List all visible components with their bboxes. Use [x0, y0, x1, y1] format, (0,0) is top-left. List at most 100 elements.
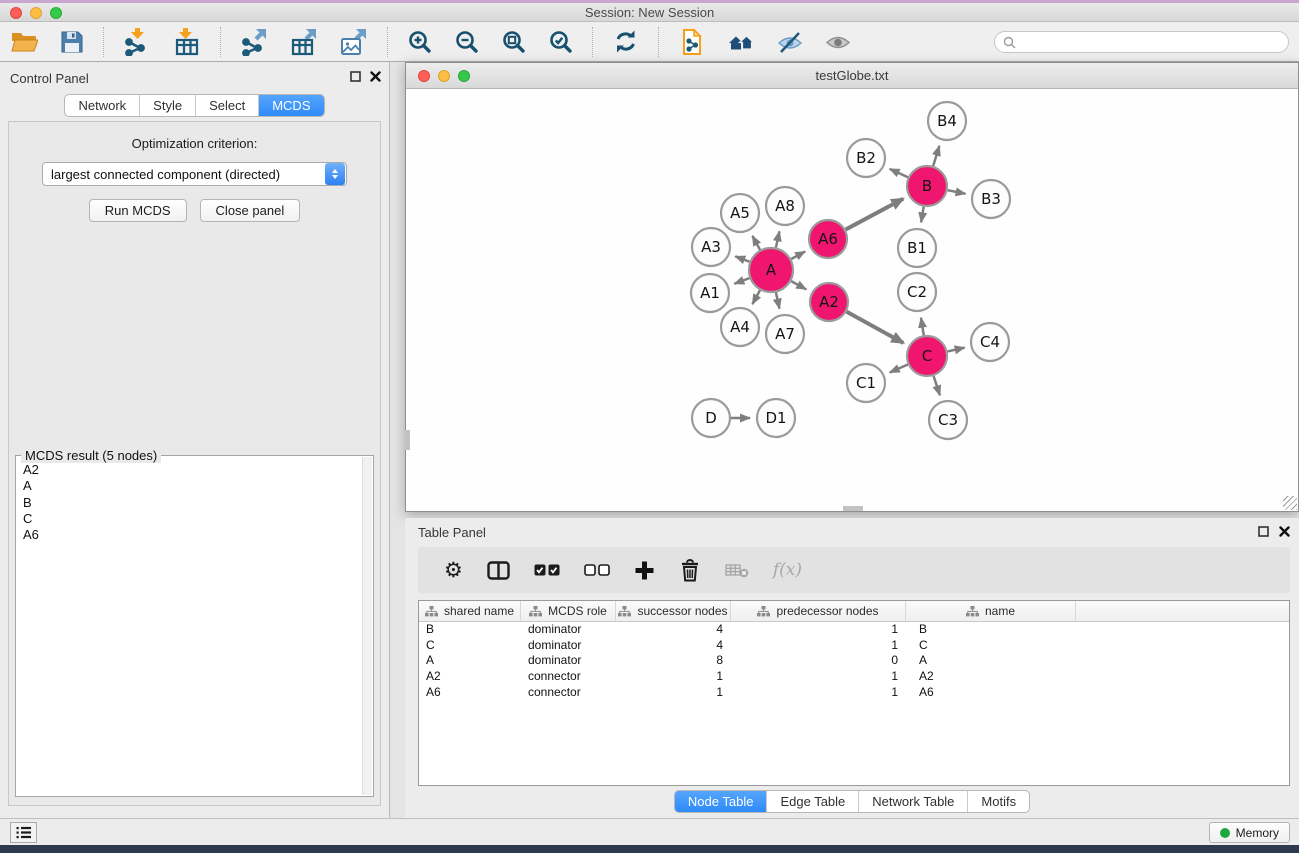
table-row-A[interactable]: Adominator80A: [419, 653, 1289, 669]
graph-edge-B-B1[interactable]: [921, 207, 924, 223]
column-header-shared-name[interactable]: shared name: [419, 601, 521, 621]
cell[interactable]: B: [419, 622, 521, 638]
graph-node-A[interactable]: A: [749, 248, 793, 292]
cell[interactable]: A2: [419, 669, 521, 685]
import-network-button[interactable]: [119, 26, 155, 58]
graph-edge-B-B2[interactable]: [890, 169, 908, 177]
zoom-out-button[interactable]: [450, 27, 483, 56]
tab-style[interactable]: Style: [139, 95, 195, 116]
cell[interactable]: dominator: [521, 622, 616, 638]
function-builder-button[interactable]: f(x): [761, 560, 814, 580]
column-header-name[interactable]: name: [906, 601, 1076, 621]
show-columns-button[interactable]: [475, 561, 522, 580]
close-table-panel-button[interactable]: [1279, 526, 1290, 537]
home-button[interactable]: [724, 28, 759, 56]
cell[interactable]: 0: [731, 653, 906, 669]
task-history-button[interactable]: [10, 822, 37, 843]
result-item[interactable]: A2: [23, 462, 361, 478]
open-file-button[interactable]: [7, 28, 42, 56]
result-item[interactable]: A6: [23, 527, 361, 543]
select-all-button[interactable]: [522, 564, 572, 576]
cell[interactable]: 4: [616, 622, 731, 638]
export-network-button[interactable]: [236, 26, 272, 58]
cell[interactable]: 4: [616, 638, 731, 654]
tab-select[interactable]: Select: [195, 95, 258, 116]
graph-edge-A-A7[interactable]: [776, 292, 780, 308]
result-item[interactable]: C: [23, 511, 361, 527]
export-image-button[interactable]: [336, 26, 372, 58]
canvas-vertical-scrollbar[interactable]: [405, 430, 410, 450]
close-panel-button[interactable]: [370, 71, 381, 82]
graph-node-A3[interactable]: A3: [692, 228, 730, 266]
save-session-button[interactable]: [56, 28, 88, 56]
cell[interactable]: A6: [906, 685, 1076, 701]
cell[interactable]: 1: [731, 622, 906, 638]
graph-node-C1[interactable]: C1: [847, 364, 885, 402]
cell[interactable]: 8: [616, 653, 731, 669]
network-canvas[interactable]: B4B2BB3A8A5A6B1A3AC2A1A2A4A7C4CC1DD1C3: [406, 89, 1298, 511]
float-panel-button[interactable]: [350, 71, 361, 82]
network-document-button[interactable]: [674, 26, 710, 58]
graph-edge-A-A2[interactable]: [791, 281, 806, 289]
cell[interactable]: C: [906, 638, 1076, 654]
cell[interactable]: dominator: [521, 653, 616, 669]
tab-network[interactable]: Network: [65, 95, 139, 116]
graph-node-B1[interactable]: B1: [898, 229, 936, 267]
zoom-selected-button[interactable]: [544, 27, 577, 56]
graph-edge-A-A4[interactable]: [752, 290, 760, 304]
graph-edge-C-C2[interactable]: [921, 318, 924, 336]
tab-network-table[interactable]: Network Table: [858, 791, 967, 812]
graph-node-A7[interactable]: A7: [766, 315, 804, 353]
cell[interactable]: A2: [906, 669, 1076, 685]
memory-button[interactable]: Memory: [1209, 822, 1290, 843]
graph-node-B[interactable]: B: [907, 166, 947, 206]
graph-node-C2[interactable]: C2: [898, 273, 936, 311]
graph-node-A4[interactable]: A4: [721, 308, 759, 346]
cell[interactable]: 1: [731, 638, 906, 654]
result-item[interactable]: B: [23, 495, 361, 511]
tab-mcds[interactable]: MCDS: [258, 95, 323, 116]
column-header-predecessor-nodes[interactable]: predecessor nodes: [731, 601, 906, 621]
cell[interactable]: dominator: [521, 638, 616, 654]
graph-edge-A6-B[interactable]: [846, 199, 904, 230]
search-input[interactable]: [1021, 33, 1288, 51]
zoom-in-button[interactable]: [403, 27, 436, 56]
graph-node-A8[interactable]: A8: [766, 187, 804, 225]
resize-grip[interactable]: [1283, 496, 1297, 510]
deselect-all-button[interactable]: [572, 564, 622, 576]
delete-column-button[interactable]: [667, 559, 713, 582]
cell[interactable]: 1: [731, 669, 906, 685]
export-table-button[interactable]: [286, 26, 322, 58]
graph-edge-C-C4[interactable]: [947, 348, 964, 352]
cell[interactable]: 1: [616, 685, 731, 701]
result-item[interactable]: A: [23, 478, 361, 494]
graph-node-C4[interactable]: C4: [971, 323, 1009, 361]
cell[interactable]: A: [906, 653, 1076, 669]
add-column-button[interactable]: [622, 560, 667, 581]
graph-node-A5[interactable]: A5: [721, 194, 759, 232]
graph-node-D1[interactable]: D1: [757, 399, 795, 437]
cell[interactable]: A: [419, 653, 521, 669]
graph-edge-A2-C[interactable]: [847, 312, 904, 343]
cell[interactable]: 1: [616, 669, 731, 685]
canvas-horizontal-scrollbar[interactable]: [843, 506, 863, 511]
graph-edge-A-A8[interactable]: [776, 231, 780, 247]
graph-edge-B-B3[interactable]: [948, 190, 966, 194]
column-header-mcds-role[interactable]: MCDS role: [521, 601, 616, 621]
show-eye-button[interactable]: [821, 27, 855, 57]
import-table-button[interactable]: [169, 26, 205, 58]
graph-node-D[interactable]: D: [692, 399, 730, 437]
graph-edge-C-C3[interactable]: [934, 376, 940, 395]
graph-edge-A-A3[interactable]: [735, 256, 749, 261]
graph-edge-B-B4[interactable]: [933, 146, 939, 166]
table-row-C[interactable]: Cdominator41C: [419, 638, 1289, 654]
cell[interactable]: B: [906, 622, 1076, 638]
graph-node-A1[interactable]: A1: [691, 274, 729, 312]
graph-node-B3[interactable]: B3: [972, 180, 1010, 218]
graph-edge-A-A6[interactable]: [791, 251, 805, 259]
graph-node-B4[interactable]: B4: [928, 102, 966, 140]
result-scrollbar[interactable]: [362, 457, 372, 795]
table-row-A6[interactable]: A6connector11A6: [419, 685, 1289, 701]
graph-edge-C-C1[interactable]: [890, 364, 908, 372]
graph-node-C[interactable]: C: [907, 336, 947, 376]
